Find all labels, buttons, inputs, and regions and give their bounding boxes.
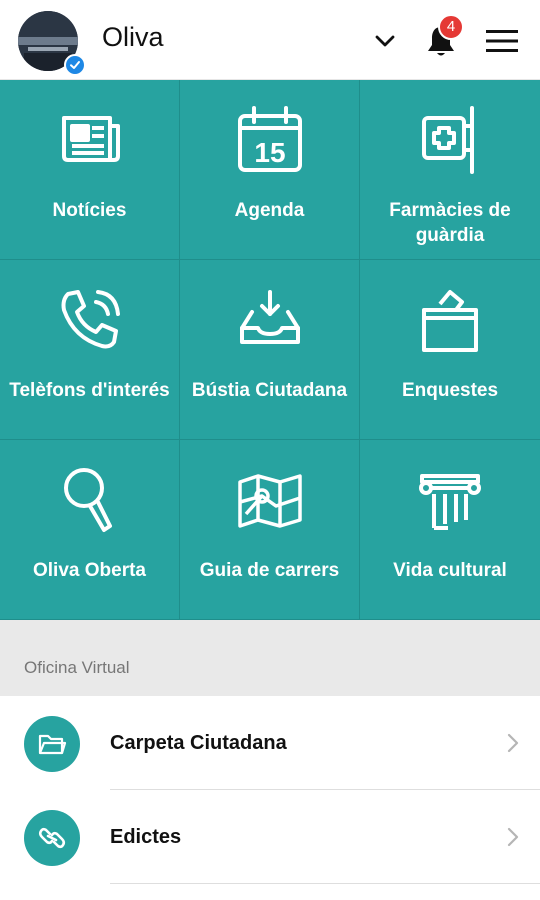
map-icon [232, 462, 308, 538]
tile-telefons[interactable]: Telèfons d'interés [0, 260, 180, 440]
tile-label: Vida cultural [393, 560, 507, 581]
verified-badge-icon [64, 54, 86, 76]
tile-vida-cultural[interactable]: Vida cultural [360, 440, 540, 620]
folder-icon [24, 716, 80, 772]
user-name[interactable]: Oliva [102, 22, 164, 53]
tile-label: Bústia Ciutadana [191, 380, 348, 401]
tile-bustia[interactable]: Bústia Ciutadana [180, 260, 360, 440]
column-icon [412, 462, 488, 538]
link-icon [24, 810, 80, 866]
services-grid: Notícies 15 Agenda Farmàcies de guàrdia [0, 80, 540, 620]
tile-label: Farmàcies de guàrdia [389, 200, 511, 246]
section-header: Oficina Virtual [0, 620, 540, 696]
list-item-label: Edictes [110, 826, 182, 848]
chevron-right-icon [507, 827, 519, 847]
tile-oliva-oberta[interactable]: Oliva Oberta [0, 440, 180, 620]
calendar-icon: 15 [232, 102, 308, 178]
list-item-carpeta-ciutadana[interactable]: Carpeta Ciutadana [0, 696, 540, 790]
divider [110, 883, 540, 884]
tile-agenda[interactable]: 15 Agenda [180, 80, 360, 260]
tile-label: Telèfons d'interés [9, 380, 170, 401]
newspaper-icon [52, 102, 128, 178]
tile-label: Enquestes [401, 380, 499, 401]
pharmacy-sign-icon [412, 102, 488, 178]
tile-label: Guia de carrers [199, 560, 340, 581]
ballot-box-icon [412, 282, 488, 358]
tile-label: Agenda [234, 200, 305, 221]
phone-icon [52, 282, 128, 358]
tile-label: Oliva Oberta [33, 560, 146, 581]
hamburger-menu-icon[interactable] [486, 28, 518, 54]
magnifier-icon [52, 462, 128, 538]
tile-guia-carrers[interactable]: Guia de carrers [180, 440, 360, 620]
section-title: Oficina Virtual [24, 658, 130, 677]
chevron-right-icon [507, 733, 519, 753]
list-item-edictes[interactable]: Edictes [0, 790, 540, 884]
calendar-day-number: 15 [254, 137, 285, 168]
tile-label: Notícies [52, 200, 127, 221]
inbox-icon [232, 282, 308, 358]
chevron-down-icon[interactable] [372, 28, 398, 54]
tile-farmacies[interactable]: Farmàcies de guàrdia [360, 80, 540, 260]
list-item-label: Carpeta Ciutadana [110, 732, 287, 754]
tile-enquestes[interactable]: Enquestes [360, 260, 540, 440]
notification-count-badge: 4 [438, 14, 464, 40]
app-header: Oliva 4 [0, 0, 540, 80]
tile-noticies[interactable]: Notícies [0, 80, 180, 260]
